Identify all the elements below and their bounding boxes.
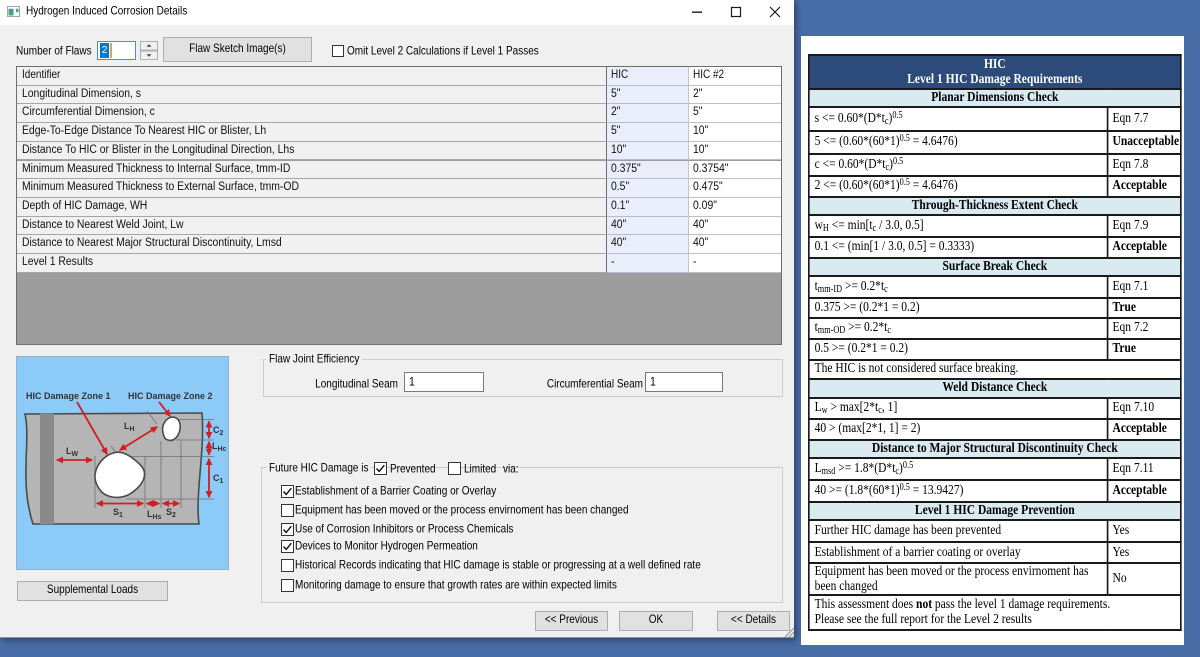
svg-text:HIC Damage Zone 2: HIC Damage Zone 2: [128, 391, 213, 401]
svg-text:HIC Damage Zone 1: HIC Damage Zone 1: [26, 391, 111, 401]
